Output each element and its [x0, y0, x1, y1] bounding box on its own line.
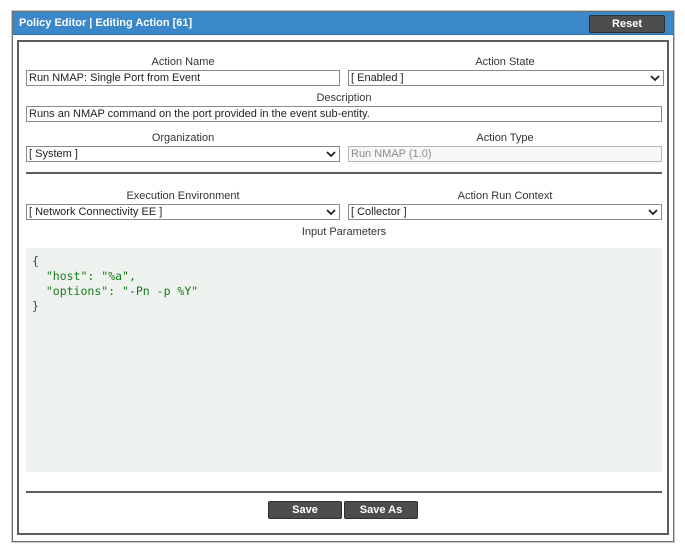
- save-button[interactable]: Save: [268, 501, 342, 519]
- action-editor-form: Action Name Action State Run NMAP: Singl…: [17, 40, 669, 535]
- code-options-sep: :: [108, 284, 123, 298]
- policy-editor-window: Policy Editor | Editing Action [61] Rese…: [12, 11, 674, 542]
- action-state-value: [ Enabled ]: [351, 72, 404, 84]
- description-value: Runs an NMAP command on the port provide…: [29, 108, 370, 120]
- action-state-select[interactable]: [ Enabled ]: [348, 70, 664, 86]
- code-close-brace: }: [32, 299, 39, 313]
- action-type-field: Run NMAP (1.0): [348, 146, 662, 162]
- reset-button[interactable]: Reset: [589, 15, 665, 33]
- execution-environment-label: Execution Environment: [126, 190, 240, 202]
- chevron-down-icon: [650, 75, 660, 82]
- action-run-context-value: [ Collector ]: [351, 206, 407, 218]
- footer-divider: [26, 491, 662, 493]
- input-parameters-label: Input Parameters: [301, 226, 387, 238]
- save-as-button[interactable]: Save As: [344, 501, 418, 519]
- code-host-sep: :: [87, 269, 102, 283]
- organization-label: Organization: [151, 132, 215, 144]
- chevron-down-icon: [648, 209, 658, 216]
- action-name-label: Action Name: [151, 56, 215, 68]
- code-host-key: "host": [45, 269, 88, 283]
- action-name-input[interactable]: Run NMAP: Single Port from Event: [26, 70, 340, 86]
- chevron-down-icon: [326, 151, 336, 158]
- action-type-label: Action Type: [476, 132, 534, 144]
- title-bar: Policy Editor | Editing Action [61] Rese…: [13, 12, 673, 35]
- execution-environment-select[interactable]: [ Network Connectivity EE ]: [26, 204, 340, 220]
- action-run-context-select[interactable]: [ Collector ]: [348, 204, 662, 220]
- organization-select[interactable]: [ System ]: [26, 146, 340, 162]
- code-options-key: "options": [45, 284, 109, 298]
- organization-value: [ System ]: [29, 148, 78, 160]
- chevron-down-icon: [326, 209, 336, 216]
- action-type-value: Run NMAP (1.0): [351, 148, 432, 160]
- action-state-label: Action State: [475, 56, 535, 68]
- execution-environment-value: [ Network Connectivity EE ]: [29, 206, 163, 218]
- action-run-context-label: Action Run Context: [457, 190, 553, 202]
- section-divider: [26, 172, 662, 174]
- code-options-value: "-Pn -p %Y": [122, 284, 199, 298]
- code-open-brace: {: [32, 254, 39, 268]
- description-label: Description: [316, 92, 372, 104]
- code-host-value: "%a",: [101, 269, 136, 283]
- input-parameters-editor[interactable]: { "host": "%a", "options": "-Pn -p %Y" }: [26, 248, 662, 472]
- window-title: Policy Editor | Editing Action [61]: [19, 17, 193, 29]
- action-name-value: Run NMAP: Single Port from Event: [29, 72, 201, 84]
- description-input[interactable]: Runs an NMAP command on the port provide…: [26, 106, 662, 122]
